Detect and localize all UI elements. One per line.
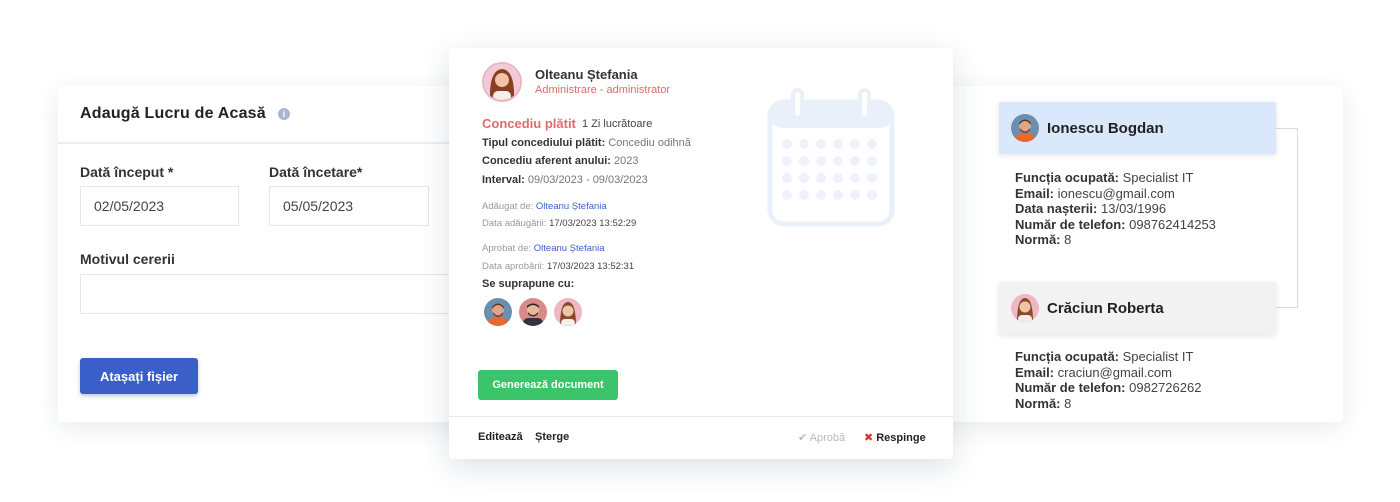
person-header-craciun[interactable]: Crăciun Roberta	[999, 282, 1276, 334]
approve-label: Aprobă	[809, 432, 846, 444]
paid-type-label: Tipul concediului plătit:	[482, 137, 606, 149]
person-details-craciun: Funcția ocupată: Specialist IT Email: cr…	[1015, 349, 1201, 411]
overlap-avatar-2[interactable]	[519, 298, 547, 326]
employee-name: Olteanu Ștefania	[535, 67, 638, 82]
added-by-label: Adăugat de:	[482, 201, 534, 212]
email-label: Email:	[1015, 185, 1055, 201]
generate-document-button[interactable]: Generează document	[478, 370, 618, 400]
phone-label: Număr de telefon:	[1015, 216, 1126, 232]
person-name: Crăciun Roberta	[1047, 299, 1164, 317]
overlap-label: Se suprapune cu:	[482, 278, 575, 290]
approved-by-label: Aprobat de:	[482, 243, 532, 254]
form-title: Adaugă Lucru de Acasă	[80, 105, 266, 122]
approved-date-label: Data aprobării:	[482, 261, 545, 272]
phone-label: Număr de telefon:	[1015, 380, 1126, 395]
approve-button[interactable]: ✔ Aprobă	[798, 431, 845, 444]
paid-type-row: Tipul concediului plătit: Concediu odihn…	[482, 137, 691, 149]
avatar	[1011, 114, 1039, 142]
paid-type-value: Concediu odihnă	[608, 137, 691, 149]
start-date-input[interactable]: 02/05/2023	[80, 186, 239, 226]
attach-file-button[interactable]: Atașați fișier	[80, 358, 198, 394]
added-date-label: Data adăugării:	[482, 218, 547, 229]
approved-by-row: Aprobat de: Olteanu Ștefania	[482, 243, 605, 254]
added-by-link[interactable]: Olteanu Ștefania	[536, 201, 607, 212]
interval-value: 09/03/2023 - 09/03/2023	[527, 174, 648, 186]
year-value: 2023	[614, 155, 639, 167]
end-date-label: Dată încetare*	[269, 164, 363, 180]
function-label: Funcția ocupată:	[1015, 170, 1120, 185]
reason-label: Motivul cererii	[80, 251, 175, 267]
people-card: Ionescu Bogdan Funcția ocupată: Speciali…	[945, 86, 1343, 422]
norm-label: Normă:	[1015, 232, 1061, 247]
approved-by-link[interactable]: Olteanu Ștefania	[534, 243, 605, 254]
year-row: Concediu aferent anului: 2023	[482, 155, 639, 167]
card-footer: Editează Șterge ✔ Aprobă ✖ Respinge	[449, 416, 953, 459]
approved-date-value: 17/03/2023 13:52:31	[546, 261, 635, 272]
added-date-row: Data adăugării: 17/03/2023 13:52:29	[482, 218, 636, 229]
check-icon: ✔	[798, 432, 808, 444]
phone-value: 0982726262	[1129, 380, 1202, 395]
norm-value: 8	[1064, 395, 1072, 411]
reject-button[interactable]: ✖ Respinge	[864, 431, 926, 444]
info-icon[interactable]: i	[277, 108, 290, 120]
avatar	[482, 62, 522, 102]
email-label: Email:	[1015, 364, 1055, 380]
form-header: Adaugă Lucru de Acasă i	[58, 86, 478, 144]
end-date-input[interactable]: 05/05/2023	[269, 186, 429, 226]
edit-link[interactable]: Editează	[478, 431, 523, 443]
close-icon: ✖	[864, 432, 874, 444]
year-label: Concediu aferent anului:	[482, 155, 611, 167]
added-date-value: 17/03/2023 13:52:29	[549, 218, 637, 229]
birth-label: Data nașterii:	[1015, 201, 1098, 216]
added-by-row: Adăugat de: Olteanu Ștefania	[482, 201, 607, 212]
start-date-label: Dată început *	[80, 164, 174, 180]
approved-date-row: Data aprobării: 17/03/2023 13:52:31	[482, 261, 634, 272]
person-name: Ionescu Bogdan	[1047, 119, 1164, 137]
calendar-icon	[767, 88, 895, 227]
stage: Adaugă Lucru de Acasă i Dată început * 0…	[0, 0, 1400, 502]
phone-value: 098762414253	[1129, 216, 1216, 232]
birth-value: 13/03/1996	[1101, 201, 1167, 216]
overlap-avatar-3[interactable]	[554, 298, 582, 326]
email-value: craciun@gmail.com	[1057, 364, 1172, 380]
leave-type: Concediu plătit	[482, 116, 576, 131]
function-value: Specialist IT	[1122, 349, 1194, 364]
person-header-ionescu[interactable]: Ionescu Bogdan	[999, 102, 1276, 154]
interval-label: Interval:	[482, 174, 525, 186]
reason-input[interactable]	[80, 274, 460, 314]
person-details-ionescu: Funcția ocupată: Specialist IT Email: io…	[1015, 170, 1216, 248]
function-value: Specialist IT	[1122, 170, 1194, 185]
norm-value: 8	[1064, 232, 1072, 247]
connector-line	[1276, 128, 1298, 308]
employee-role: Administrare - administrator	[535, 84, 671, 96]
leave-days: 1 Zi lucrătoare	[582, 118, 653, 130]
email-value: ionescu@gmail.com	[1057, 185, 1175, 201]
avatar	[1011, 294, 1039, 322]
interval-row: Interval: 09/03/2023 - 09/03/2023	[482, 174, 648, 186]
norm-label: Normă:	[1015, 395, 1061, 411]
overlap-avatar-1[interactable]	[484, 298, 512, 326]
leave-detail-card: Olteanu Ștefania Administrare - administ…	[449, 48, 953, 459]
function-label: Funcția ocupată:	[1015, 349, 1120, 364]
reject-label: Respinge	[876, 432, 926, 444]
delete-link[interactable]: Șterge	[535, 431, 569, 443]
add-work-from-home-card: Adaugă Lucru de Acasă i Dată început * 0…	[58, 86, 478, 422]
